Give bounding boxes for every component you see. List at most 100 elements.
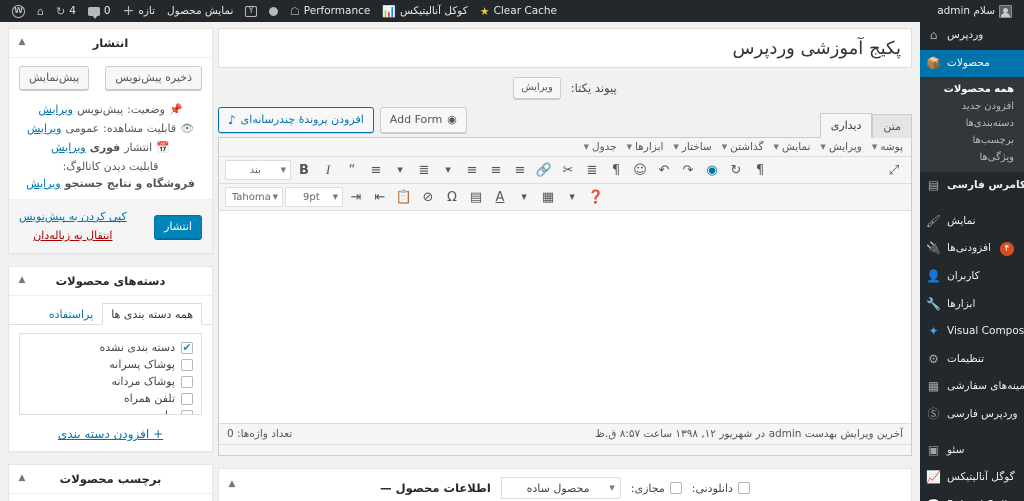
sidebar-item-settings[interactable]: تنظیمات ⚙: [920, 346, 1024, 374]
catalog-visibility-edit-link[interactable]: ویرایش: [26, 177, 61, 190]
emoji-icon[interactable]: ☺: [629, 160, 651, 180]
permalink-edit-button[interactable]: ویرایش: [513, 77, 561, 99]
justify-icon[interactable]: ≣: [581, 160, 603, 180]
sidebar-item-seo[interactable]: سئو ▣: [920, 437, 1024, 465]
admin-bar-comments[interactable]: 0: [82, 0, 117, 22]
sidebar-item-all-products[interactable]: همه محصولات: [920, 81, 1024, 98]
menu-table[interactable]: جدول ▼: [584, 141, 617, 153]
sidebar-item-woocommerce-farsi[interactable]: ووکامرس فارسی ▤: [920, 172, 1024, 200]
admin-bar-updates[interactable]: 4 ↻: [50, 0, 82, 22]
status-edit-link[interactable]: ویرایش: [38, 103, 73, 116]
virtual-checkbox[interactable]: [669, 482, 682, 494]
fullscreen-icon[interactable]: ⤢: [883, 160, 905, 180]
downloadable-checkbox-row[interactable]: دانلودنی:: [692, 482, 750, 495]
sidebar-item-appearance[interactable]: نمایش 🖌: [920, 208, 1024, 236]
add-form-button[interactable]: ◉ Add Form: [379, 107, 467, 133]
admin-bar-wp-home[interactable]: ⌂: [31, 0, 50, 22]
visibility-edit-link[interactable]: ویرایش: [27, 122, 62, 135]
admin-bar-performance[interactable]: Performance ☖: [284, 0, 376, 22]
text-color-caret-icon[interactable]: ▼: [513, 187, 535, 207]
add-new-category-link[interactable]: + افزودن دسته بندی: [58, 427, 163, 441]
sidebar-item-products[interactable]: محصولات 📦: [912, 49, 1024, 78]
font-size-select[interactable]: ▼ 9pt: [285, 187, 343, 207]
clear-formatting-icon[interactable]: ⊘: [417, 187, 439, 207]
outdent-icon[interactable]: ⇤: [369, 187, 391, 207]
paste-icon[interactable]: 📋: [393, 187, 415, 207]
post-title-input[interactable]: پکیج آموزشی وردپرس: [229, 38, 901, 59]
product-type-select[interactable]: ▼ محصول ساده: [500, 477, 621, 499]
sidebar-item-add-new[interactable]: افزودن جدید: [920, 98, 1024, 115]
virtual-checkbox-row[interactable]: مجازی:: [631, 482, 682, 495]
category-item[interactable]: پوشاک پسرانه: [28, 356, 193, 373]
bullet-list-caret-icon[interactable]: ▼: [389, 160, 411, 180]
indent-icon[interactable]: ⇥: [345, 187, 367, 207]
category-item[interactable]: پوشاک مردانه: [28, 373, 193, 390]
sidebar-item-tags[interactable]: برچسب‌ها: [920, 132, 1024, 149]
checkbox-mobile-phone[interactable]: [181, 392, 193, 405]
checkbox-boys-clothing[interactable]: [181, 358, 193, 371]
checkbox-uncategorized[interactable]: [181, 341, 193, 354]
paragraph-format-select[interactable]: ▼ بند: [225, 160, 291, 180]
admin-bar-dot[interactable]: [263, 0, 284, 22]
admin-bar-clear-cache[interactable]: Clear Cache ★: [474, 0, 563, 22]
ltr-icon[interactable]: ¶: [749, 160, 771, 180]
downloadable-checkbox[interactable]: [737, 482, 750, 494]
text-color-icon[interactable]: A: [489, 187, 511, 207]
admin-bar-new[interactable]: تازه +: [117, 0, 161, 22]
menu-view[interactable]: نمایش ▼: [774, 141, 811, 153]
table-icon[interactable]: ▦: [537, 187, 559, 207]
category-item[interactable]: چاپ سی دی: [28, 407, 193, 415]
numbered-list-caret-icon[interactable]: ▼: [437, 160, 459, 180]
special-character-icon[interactable]: Ω: [441, 187, 463, 207]
align-center-icon[interactable]: ≡: [485, 160, 507, 180]
redo-icon[interactable]: ↷: [677, 160, 699, 180]
align-left-icon[interactable]: ≡: [461, 160, 483, 180]
chevron-up-icon[interactable]: ▲: [17, 473, 27, 483]
menu-file[interactable]: پوشه ▼: [872, 141, 903, 153]
admin-bar-view-product[interactable]: نمایش محصول: [161, 0, 239, 22]
link-icon[interactable]: 🔗: [533, 160, 555, 180]
undo-icon[interactable]: ↶: [653, 160, 675, 180]
menu-edit[interactable]: ویرایش ▼: [820, 141, 861, 153]
sidebar-item-tools[interactable]: ابزارها 🔧: [920, 291, 1024, 319]
bold-icon[interactable]: B: [293, 160, 315, 180]
sidebar-item-plugins[interactable]: ۴ افزودنی‌ها 🔌: [920, 235, 1024, 263]
help-icon[interactable]: ❓: [585, 187, 607, 207]
publish-time-edit-link[interactable]: ویرایش: [51, 141, 86, 154]
tab-visual-editor[interactable]: دیداری: [819, 113, 873, 138]
editor-content-area[interactable]: [219, 211, 911, 423]
admin-bar-analytics[interactable]: کوکل آنالیتیکس 📊: [376, 0, 473, 22]
sidebar-item-wordpress[interactable]: وردپرس ⌂: [920, 22, 1024, 50]
copy-to-draft-link[interactable]: کپی کردن به پیش‌نویس: [19, 210, 127, 223]
horizontal-rule-icon[interactable]: ▤: [465, 187, 487, 207]
chevron-up-icon[interactable]: ▲: [17, 37, 27, 47]
category-item[interactable]: دسته بندی نشده: [28, 339, 193, 356]
italic-icon[interactable]: I: [317, 160, 339, 180]
editor-resize-handle[interactable]: [219, 444, 911, 455]
rtl-icon[interactable]: ¶: [605, 160, 627, 180]
move-to-trash-link[interactable]: انتقال به زباله‌دان: [33, 229, 112, 242]
admin-bar-yoast[interactable]: Y: [239, 0, 263, 22]
chevron-up-icon[interactable]: ▲: [227, 479, 237, 489]
tab-text-editor[interactable]: متن: [872, 114, 912, 138]
checkbox-cd-printing[interactable]: [181, 409, 193, 415]
align-right-icon[interactable]: ≡: [509, 160, 531, 180]
category-item[interactable]: تلفن همراه: [28, 390, 193, 407]
publish-button[interactable]: انتشار: [154, 214, 202, 239]
post-title-wrap[interactable]: پکیج آموزشی وردپرس: [218, 28, 912, 68]
sidebar-item-attributes[interactable]: ویژگی‌ها: [920, 149, 1024, 166]
save-draft-button[interactable]: ذخیره پیش‌نویس: [105, 66, 202, 90]
menu-insert[interactable]: گذاشتن ▼: [722, 141, 764, 153]
font-family-select[interactable]: ▼ Tahoma: [225, 187, 283, 207]
sidebar-item-google-analytics[interactable]: گوگل آنالیتیکس 📈: [920, 464, 1024, 492]
admin-bar-wp-logo[interactable]: [6, 0, 31, 22]
sidebar-item-categories[interactable]: دسته‌بندی‌ها: [920, 115, 1024, 132]
bullet-list-icon[interactable]: ≡: [365, 160, 387, 180]
sidebar-item-users[interactable]: کاربران 👤: [920, 263, 1024, 291]
table-caret-icon[interactable]: ▼: [561, 187, 583, 207]
sidebar-item-custom-fields[interactable]: زمینه‌های سفارشی ▦: [920, 373, 1024, 401]
numbered-list-icon[interactable]: ≣: [413, 160, 435, 180]
add-media-button[interactable]: افزودن پروندهٔ چندرسانه‌ای ♪: [218, 107, 374, 133]
sidebar-item-wordpress-farsi[interactable]: وردپرس فارسی Ⓢ: [920, 401, 1024, 429]
toolbar-toggle-icon[interactable]: ↻: [725, 160, 747, 180]
